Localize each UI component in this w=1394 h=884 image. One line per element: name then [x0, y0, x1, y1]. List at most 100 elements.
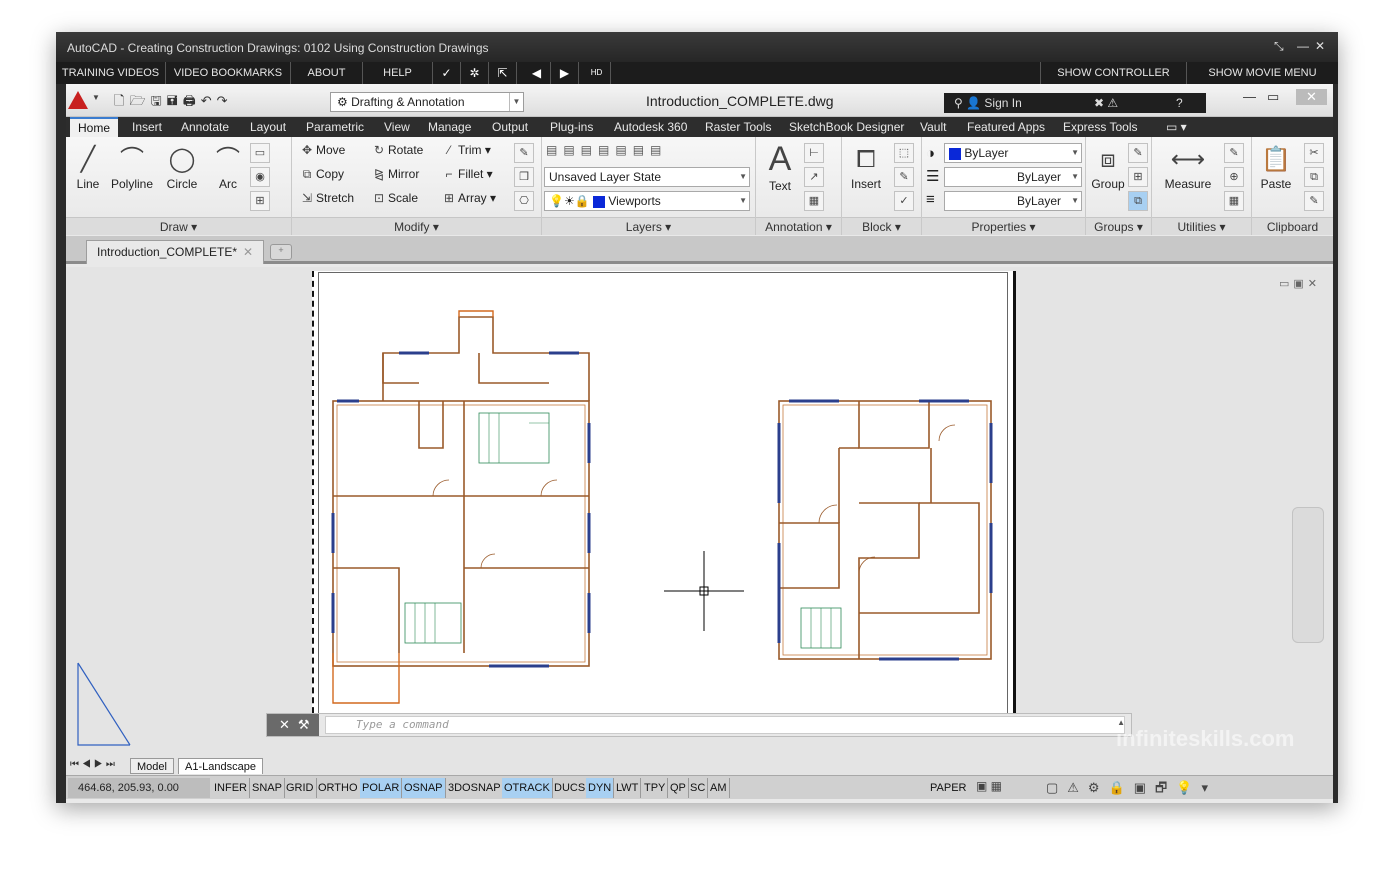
toggle-sc[interactable]: SC	[688, 778, 709, 798]
copy-tool[interactable]: ⧉ Copy	[298, 167, 344, 182]
leader-icon[interactable]: ↗	[804, 167, 824, 187]
toggle-otrack[interactable]: OTRACK	[502, 778, 553, 798]
group-edit-icon[interactable]: ⊞	[1128, 167, 1148, 187]
clipboard-panel-title[interactable]: Clipboard	[1252, 217, 1333, 235]
show-movie-menu-button[interactable]: SHOW MOVIE MENU	[1187, 62, 1338, 84]
stretch-tool[interactable]: ⇲ Stretch	[298, 191, 354, 205]
popout-icon[interactable]: ⇱	[489, 62, 517, 84]
insert-tool[interactable]: ⧠ Insert	[844, 143, 888, 191]
toggle-am[interactable]: AM	[708, 778, 730, 798]
layer-state-select[interactable]: Unsaved Layer State ▼	[544, 167, 750, 187]
menu-about[interactable]: ABOUT	[291, 62, 363, 84]
toggle-osnap[interactable]: OSNAP	[402, 778, 446, 798]
linetype-select[interactable]: ByLayer ▼	[944, 167, 1082, 187]
tab-manage[interactable]: Manage	[428, 117, 471, 137]
toggle-infer[interactable]: INFER	[212, 778, 250, 798]
tab-featured-apps[interactable]: Featured Apps	[967, 117, 1045, 137]
hatch-icon[interactable]: ◉	[250, 167, 270, 187]
status-tray-icons[interactable]: ▢⚠⚙🔒▣🗗💡▾	[1046, 779, 1217, 801]
command-input[interactable]: Type a command	[325, 716, 1125, 734]
close-icon[interactable]: ✕	[1315, 39, 1325, 53]
doc-close-icon[interactable]: ✕	[1296, 89, 1327, 105]
modify-panel-title[interactable]: Modify ▾	[292, 217, 541, 235]
edit-block-icon[interactable]: ✎	[894, 167, 914, 187]
properties-panel-title[interactable]: Properties ▾	[922, 217, 1085, 235]
toggle-grid[interactable]: GRID	[284, 778, 317, 798]
restore-icon[interactable]: ⤡	[1274, 39, 1284, 54]
calculator-icon[interactable]: ▦	[1224, 191, 1244, 211]
match-icon[interactable]: ✎	[1304, 191, 1324, 211]
arc-tool[interactable]: ⌒ Arc	[206, 143, 250, 191]
groups-panel-title[interactable]: Groups ▾	[1086, 217, 1151, 235]
exchange-icon[interactable]: ✖ ⚠	[1094, 93, 1118, 113]
utilities-panel-title[interactable]: Utilities ▾	[1152, 217, 1251, 235]
annotation-panel-title[interactable]: Annotation ▾	[756, 217, 841, 235]
tab-plug-ins[interactable]: Plug-ins	[550, 117, 593, 137]
qat-icons[interactable]: 🗋🗁🖫🖬🖨↶↷	[114, 92, 232, 114]
tab-a1-landscape[interactable]: A1-Landscape	[178, 758, 263, 774]
menu-video-bookmarks[interactable]: VIDEO BOOKMARKS	[166, 62, 291, 84]
help-icon[interactable]: ?	[1176, 93, 1183, 113]
group-tool[interactable]: ⧈ Group	[1086, 143, 1130, 191]
tab-home[interactable]: Home	[70, 117, 119, 137]
paper-space-toggle[interactable]: PAPER	[930, 778, 966, 798]
hd-sd-icon[interactable]: HD	[583, 62, 611, 84]
workspace-select[interactable]: ⚙ Drafting & Annotation ▼	[330, 92, 524, 112]
minimize-icon[interactable]: —	[1297, 39, 1309, 53]
toggle-snap[interactable]: SNAP	[250, 778, 285, 798]
explode-icon[interactable]: ❒	[514, 167, 534, 187]
viewport-controls[interactable]: ▭▣✕	[1279, 277, 1321, 290]
autocad-logo-icon[interactable]	[68, 91, 88, 109]
gear-icon[interactable]: ✲	[461, 62, 489, 84]
tab-output[interactable]: Output	[492, 117, 528, 137]
doc-minimize-icon[interactable]: —	[1243, 89, 1256, 104]
toggle-dyn[interactable]: DYN	[586, 778, 615, 798]
layer-select[interactable]: 💡☀🔒 Viewports ▼	[544, 191, 750, 211]
rectangle-icon[interactable]: ▭	[250, 143, 270, 163]
point-style-icon[interactable]: ⊕	[1224, 167, 1244, 187]
tab-view[interactable]: View	[384, 117, 410, 137]
attribute-icon[interactable]: ✓	[894, 191, 914, 211]
tab-raster-tools[interactable]: Raster Tools	[705, 117, 771, 137]
quick-view-icon[interactable]: ▣ ▦	[976, 779, 1002, 793]
boundary-icon[interactable]: ⊞	[250, 191, 270, 211]
fillet-tool[interactable]: ⌐ Fillet ▾	[440, 167, 492, 181]
command-line-buttons[interactable]: ✕⚒	[267, 714, 319, 736]
close-tab-icon[interactable]: ✕	[243, 241, 253, 263]
block-panel-title[interactable]: Block ▾	[842, 217, 921, 235]
new-tab-icon[interactable]: +	[270, 244, 292, 260]
next-icon[interactable]: ▶	[551, 62, 579, 84]
array-tool[interactable]: ⊞ Array ▾	[440, 191, 496, 205]
tab-express-tools[interactable]: Express Tools	[1063, 117, 1137, 137]
binoculars-icon[interactable]: ⚲	[954, 96, 966, 110]
group-selection-icon[interactable]: ⧉	[1128, 191, 1148, 211]
tab-model[interactable]: Model	[130, 758, 174, 774]
color-select[interactable]: ByLayer ▼	[944, 143, 1082, 163]
viewport[interactable]	[318, 272, 1008, 731]
menu-help[interactable]: HELP	[363, 62, 433, 84]
tab-vault[interactable]: Vault	[920, 117, 946, 137]
toggle-polar[interactable]: POLAR	[360, 778, 403, 798]
drawing-area[interactable]: ▭▣✕ ✕⚒ Type a command ▲	[66, 267, 1333, 757]
layout-nav-icons[interactable]: ⏮◀▶⏭	[70, 759, 118, 770]
text-tool[interactable]: A Text	[758, 139, 802, 193]
tab-insert[interactable]: Insert	[132, 117, 162, 137]
tab-sketchbook-designer[interactable]: SketchBook Designer	[789, 117, 904, 137]
layer-tools-icons[interactable]: ▤▤▤▤▤▤▤	[546, 143, 667, 157]
file-tab[interactable]: Introduction_COMPLETE* ✕	[86, 240, 264, 264]
tab-autodesk-360[interactable]: Autodesk 360	[614, 117, 687, 137]
toggle-3dosnap[interactable]: 3DOSNAP	[446, 778, 504, 798]
create-block-icon[interactable]: ⬚	[894, 143, 914, 163]
ribbon-options-icon[interactable]: ▭ ▾	[1166, 117, 1187, 137]
checkmark-icon[interactable]: ✓	[433, 62, 461, 84]
previous-icon[interactable]: ◀	[523, 62, 551, 84]
toggle-ducs[interactable]: DUCS	[552, 778, 589, 798]
layers-panel-title[interactable]: Layers ▾	[542, 217, 755, 235]
app-menu-arrow-icon[interactable]: ▼	[92, 93, 100, 102]
draw-panel-title[interactable]: Draw ▾	[66, 217, 291, 235]
polyline-tool[interactable]: ⌒ Polyline	[108, 143, 156, 191]
match-properties-icon[interactable]: ◑	[926, 145, 935, 162]
mirror-tool[interactable]: ⧎ Mirror	[370, 167, 419, 181]
toggle-lwt[interactable]: LWT	[614, 778, 642, 798]
move-tool[interactable]: ✥ Move	[298, 143, 345, 157]
